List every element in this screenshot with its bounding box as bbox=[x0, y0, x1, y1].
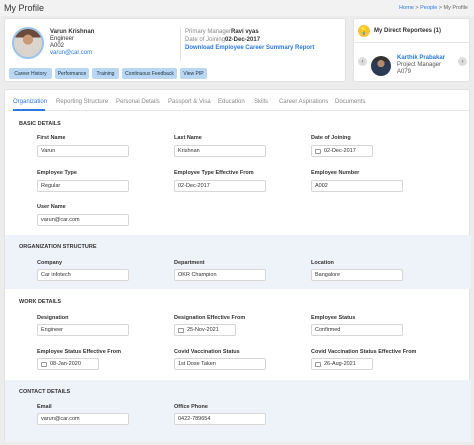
breadcrumb-home[interactable]: Home bbox=[399, 5, 414, 11]
employee-type-field[interactable]: Regular bbox=[37, 180, 129, 192]
training-button[interactable]: Training bbox=[92, 68, 119, 79]
reportees-header: 💡 My Direct Reportees (1) bbox=[358, 25, 441, 37]
office-phone-field[interactable]: 0422-789654 bbox=[174, 413, 266, 425]
field-label: Employee Number bbox=[311, 170, 360, 176]
field-label: Employee Type bbox=[37, 170, 77, 176]
continuous-feedback-button[interactable]: Continuous Feedback bbox=[122, 68, 177, 79]
tab-education[interactable]: Education bbox=[218, 99, 245, 105]
date-of-joining-label: Date of Joining bbox=[185, 37, 226, 43]
tab-reporting-structure[interactable]: Reporting Structure bbox=[56, 99, 108, 105]
field-label: Employee Status Effective From bbox=[37, 349, 122, 355]
covid-vaccination-effective-field[interactable]: 26-Aug-2021 bbox=[311, 358, 373, 370]
career-history-button[interactable]: Career History bbox=[9, 68, 52, 79]
user-name-field[interactable]: varun@car.com bbox=[37, 214, 129, 226]
field-label: Designation Effective From bbox=[174, 315, 246, 321]
first-name-field[interactable]: Varun bbox=[37, 145, 129, 157]
contact-section bbox=[5, 380, 471, 442]
calendar-icon bbox=[315, 148, 321, 154]
profile-card: Varun Krishnan Engineer A002 varun@car.c… bbox=[4, 18, 346, 82]
field-label: Office Phone bbox=[174, 404, 208, 410]
tab-career-aspirations[interactable]: Career Aspirations bbox=[279, 99, 328, 105]
section-title-org: ORGANIZATION STRUCTURE bbox=[19, 244, 97, 250]
section-title-basic: BASIC DETAILS bbox=[19, 121, 61, 127]
tab-documents[interactable]: Documents bbox=[335, 99, 365, 105]
date-of-joining-field[interactable]: 02-Dec-2017 bbox=[311, 145, 373, 157]
profile-emp-id: A002 bbox=[50, 43, 65, 49]
field-label: Email bbox=[37, 404, 52, 410]
field-label: User Name bbox=[37, 204, 66, 210]
calendar-icon bbox=[178, 327, 184, 333]
covid-vaccination-status-field[interactable]: 1st Dose Taken bbox=[174, 358, 266, 370]
avatar bbox=[12, 27, 44, 59]
chevron-left-icon[interactable]: ‹ bbox=[358, 57, 367, 66]
tab-organization[interactable]: Organization bbox=[13, 99, 47, 105]
employee-status-field[interactable]: Confirmed bbox=[311, 324, 403, 336]
designation-field[interactable]: Engineer bbox=[37, 324, 129, 336]
tab-skills[interactable]: Skills bbox=[254, 99, 268, 105]
profile-role: Engineer bbox=[50, 36, 75, 42]
tab-personal-details[interactable]: Personal Details bbox=[116, 99, 160, 105]
reportee-avatar bbox=[371, 56, 391, 76]
primary-manager-label: Primary Manager bbox=[185, 29, 232, 35]
download-report-link[interactable]: Download Employee Career Summary Report bbox=[185, 45, 314, 51]
page-header: My Profile Home > People > My Profile bbox=[0, 0, 474, 16]
breadcrumb-people[interactable]: People bbox=[420, 5, 437, 11]
designation-effective-field[interactable]: 25-Nov-2021 bbox=[174, 324, 236, 336]
location-field[interactable]: Bangalore bbox=[311, 269, 403, 281]
employee-number-field[interactable]: A002 bbox=[311, 180, 403, 192]
field-label: Employee Type Effective From bbox=[174, 170, 254, 176]
field-label: Covid Vaccination Status Effective From bbox=[311, 349, 417, 355]
profile-details-card: Organization Reporting Structure Persona… bbox=[4, 89, 471, 442]
tab-passport-visa[interactable]: Passport & Visa bbox=[168, 99, 211, 105]
breadcrumb: Home > People > My Profile bbox=[399, 5, 468, 11]
divider bbox=[354, 42, 469, 43]
reportee-name[interactable]: Karthik Prabakar bbox=[397, 55, 445, 61]
field-label: Date of Joining bbox=[311, 135, 351, 141]
field-label: Department bbox=[174, 260, 205, 266]
reportee-role: Project Manager bbox=[397, 62, 442, 68]
department-field[interactable]: OKR Champion bbox=[174, 269, 266, 281]
breadcrumb-separator: > bbox=[415, 5, 419, 11]
field-label: Employee Status bbox=[311, 315, 356, 321]
field-label: Last Name bbox=[174, 135, 202, 141]
field-label: Location bbox=[311, 260, 334, 266]
email-field[interactable]: varun@car.com bbox=[37, 413, 129, 425]
tab-bar: Organization Reporting Structure Persona… bbox=[9, 96, 469, 111]
section-title-work: WORK DETAILS bbox=[19, 299, 62, 305]
field-label: Covid Vaccination Status bbox=[174, 349, 240, 355]
performance-button[interactable]: Performance bbox=[55, 68, 89, 79]
date-of-joining-value: 02-Dec-2017 bbox=[225, 37, 261, 43]
breadcrumb-current: My Profile bbox=[443, 5, 468, 11]
field-label: Company bbox=[37, 260, 63, 266]
page-title: My Profile bbox=[4, 3, 45, 13]
field-label: First Name bbox=[37, 135, 66, 141]
company-field[interactable]: Car infotech bbox=[37, 269, 129, 281]
reportees-title: My Direct Reportees (1) bbox=[374, 28, 442, 34]
profile-email[interactable]: varun@car.com bbox=[50, 50, 92, 56]
view-pip-button[interactable]: View PIP bbox=[180, 68, 207, 79]
section-title-contact: CONTACT DETAILS bbox=[19, 389, 71, 395]
lightbulb-icon: 💡 bbox=[358, 25, 370, 37]
last-name-field[interactable]: Krishnan bbox=[174, 145, 266, 157]
calendar-icon bbox=[315, 361, 321, 367]
profile-name: Varun Krishnan bbox=[50, 29, 95, 35]
chevron-right-icon[interactable]: › bbox=[458, 57, 467, 66]
reportee-id: A079 bbox=[397, 69, 412, 75]
reportees-card: 💡 My Direct Reportees (1) ‹ Karthik Prab… bbox=[353, 18, 470, 82]
calendar-icon bbox=[41, 361, 47, 367]
employee-status-effective-field[interactable]: 08-Jan-2020 bbox=[37, 358, 99, 370]
employee-type-effective-field[interactable]: 02-Dec-2017 bbox=[174, 180, 266, 192]
breadcrumb-separator: > bbox=[438, 5, 443, 11]
active-tab-indicator bbox=[13, 109, 45, 111]
divider bbox=[180, 27, 181, 61]
primary-manager-value: Ravi vyas bbox=[231, 29, 259, 35]
field-label: Designation bbox=[37, 315, 69, 321]
